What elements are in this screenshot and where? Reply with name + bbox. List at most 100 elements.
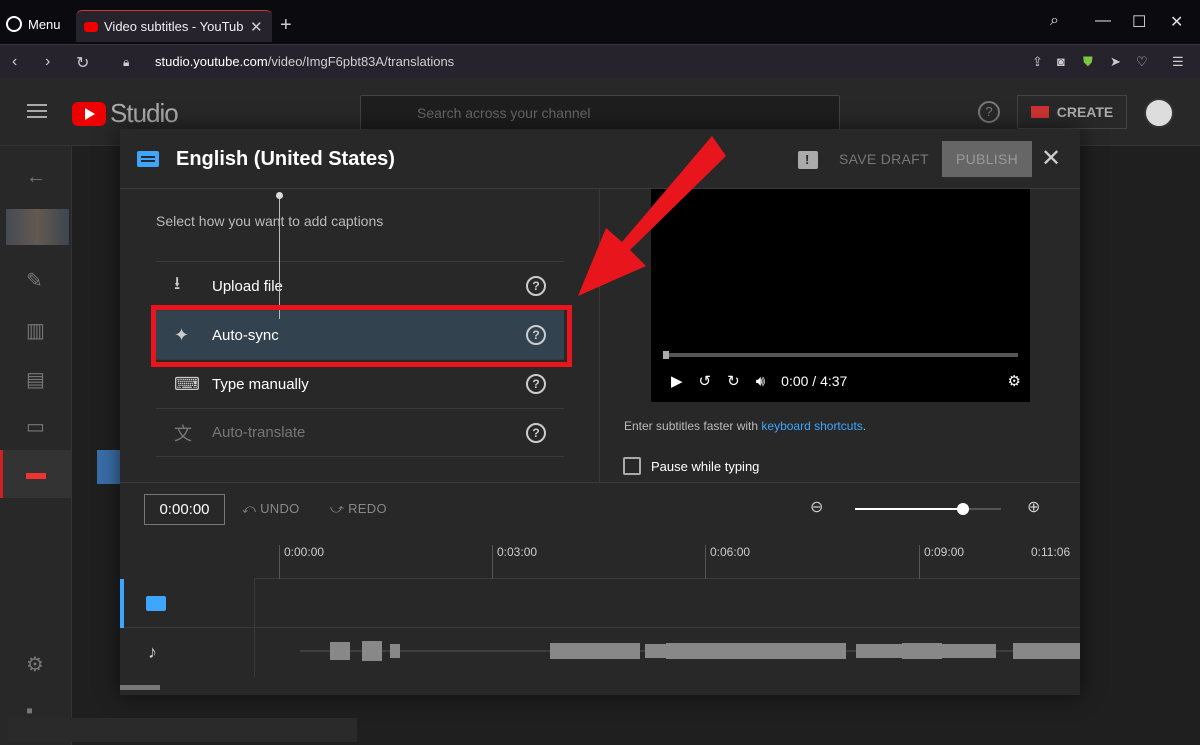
rewind-10-icon[interactable]: ↺ xyxy=(699,372,712,390)
tab-title: Video subtitles - YouTube Studio xyxy=(104,19,244,34)
keyboard-shortcuts-link[interactable]: keyboard shortcuts xyxy=(761,419,862,433)
window-close-icon[interactable]: ✕ xyxy=(1170,12,1183,32)
back-arrow-icon[interactable]: ← xyxy=(26,166,46,189)
play-icon[interactable]: ▶ xyxy=(671,372,683,390)
lock-icon: 🔒︎ xyxy=(123,55,130,69)
method-prompt: Select how you want to add captions xyxy=(156,213,384,229)
shortcuts-end: . xyxy=(862,419,867,433)
option-label: Upload file xyxy=(212,277,283,295)
new-tab-icon[interactable]: + xyxy=(280,14,292,37)
help-icon[interactable]: ? xyxy=(526,374,546,394)
music-note-icon: ♪ xyxy=(148,642,157,662)
browser-tab[interactable]: Video subtitles - YouTube Studio ✕ xyxy=(76,10,272,42)
tick-label: 0:09:00 xyxy=(919,545,964,579)
create-button[interactable]: CREATE xyxy=(1017,95,1127,129)
redo-button[interactable]: ⤻ REDO xyxy=(330,501,387,517)
camera-icon[interactable]: ◙ xyxy=(1057,54,1065,69)
option-label: Type manually xyxy=(212,375,309,393)
undo-icon: ⤺ xyxy=(242,501,261,516)
help-icon[interactable]: ? xyxy=(978,101,1000,123)
pause-while-typing-checkbox[interactable] xyxy=(623,457,641,475)
url-path: /video/ImgF6pbt83A/translations xyxy=(267,54,455,69)
forward-10-icon[interactable]: ↻ xyxy=(727,372,740,390)
playhead[interactable] xyxy=(276,192,283,319)
upload-icon: ⭳ xyxy=(174,273,181,293)
comments-icon[interactable]: ▭ xyxy=(26,414,45,439)
tick-label: 0:00:00 xyxy=(279,545,324,579)
pause-while-typing-label: Pause while typing xyxy=(651,459,760,474)
settings-sliders-icon[interactable]: ☰ xyxy=(1172,54,1184,70)
tick-label: 0:03:00 xyxy=(492,545,537,579)
video-thumbnail[interactable] xyxy=(6,209,69,245)
shield-icon[interactable]: ⛊ xyxy=(1083,54,1093,70)
studio-logo-text: Studio xyxy=(110,98,179,128)
zoom-slider-fill xyxy=(855,508,964,510)
audio-waveform xyxy=(300,641,1080,661)
send-icon[interactable]: ➤ xyxy=(1110,54,1121,70)
undo-button[interactable]: ⤺ UNDO xyxy=(242,501,300,517)
reload-icon[interactable]: ↻ xyxy=(76,53,89,73)
status-bar xyxy=(8,718,357,742)
zoom-slider[interactable] xyxy=(855,503,1001,515)
avatar[interactable] xyxy=(1144,98,1174,128)
share-icon[interactable]: ⇪ xyxy=(1032,54,1043,70)
keyboard-icon: ⌨ xyxy=(174,373,200,394)
youtube-logo-icon xyxy=(72,101,106,126)
caption-track[interactable] xyxy=(120,579,1080,628)
browser-tab-bar: Menu Video subtitles - YouTube Studio ✕ … xyxy=(0,0,1200,44)
youtube-favicon-icon xyxy=(84,21,98,32)
maximize-icon[interactable]: ☐ xyxy=(1132,12,1146,32)
option-auto-translate: 文 Auto-translate ? xyxy=(156,408,564,457)
back-icon[interactable]: ‹ xyxy=(12,53,17,71)
timeline-panel: 0:00:00 ⤺ UNDO ⤻ REDO ⊖ ⊕ 0:00:00 0:03:0… xyxy=(120,482,1080,695)
close-icon[interactable]: ✕ xyxy=(1041,144,1061,173)
captions-track-icon xyxy=(146,596,166,611)
option-upload-file[interactable]: ⭳ Upload file ? xyxy=(156,261,564,310)
redo-icon: ⤻ xyxy=(330,501,349,516)
menu-label: Menu xyxy=(28,16,61,32)
help-icon[interactable]: ? xyxy=(526,422,546,443)
create-label: CREATE xyxy=(1056,104,1114,120)
gear-icon[interactable]: ⚙ xyxy=(1008,372,1021,390)
tick-label: 0:11:06 xyxy=(1031,545,1071,559)
address-bar: ‹ › ↻ 🔒︎ studio.youtube.com/video/ImgF6p… xyxy=(0,44,1200,78)
browser-menu-button[interactable]: Menu xyxy=(6,12,61,36)
search-input[interactable]: Search across your channel xyxy=(360,95,840,131)
dialog-title: English (United States) xyxy=(176,148,395,170)
editor-icon[interactable]: ▤ xyxy=(26,367,45,392)
time-ruler: 0:00:00 0:03:00 0:06:00 0:09:00 0:11:06 xyxy=(254,537,1080,579)
zoom-in-icon[interactable]: ⊕ xyxy=(1027,497,1040,517)
browser-search-icon[interactable]: ⌕ xyxy=(1050,12,1059,30)
hamburger-menu-icon[interactable] xyxy=(27,104,47,118)
shortcuts-hint: Enter subtitles faster with keyboard sho… xyxy=(624,419,866,433)
url-field[interactable]: studio.youtube.com/video/ImgF6pbt83A/tra… xyxy=(155,54,454,69)
report-icon[interactable] xyxy=(798,151,818,169)
tab-close-icon[interactable]: ✕ xyxy=(250,18,263,36)
video-progress-bar[interactable] xyxy=(663,351,1018,359)
zoom-slider-handle[interactable] xyxy=(957,503,970,515)
url-domain: studio.youtube.com xyxy=(155,54,268,69)
heart-icon[interactable]: ♡ xyxy=(1136,54,1148,70)
translate-icon: 文 xyxy=(174,423,192,444)
undo-label: UNDO xyxy=(260,501,300,516)
annotation-arrow xyxy=(578,136,726,296)
timecode-field[interactable]: 0:00:00 xyxy=(144,494,225,525)
settings-icon[interactable]: ⚙ xyxy=(26,652,44,677)
help-icon[interactable]: ? xyxy=(526,276,546,296)
zoom-out-icon[interactable]: ⊖ xyxy=(810,497,823,517)
volume-icon[interactable]: 🔊︎ xyxy=(756,373,765,390)
auto-sync-highlight-box xyxy=(151,305,572,367)
studio-logo[interactable]: Studio xyxy=(72,98,179,129)
captions-icon xyxy=(137,151,159,167)
track-divider xyxy=(254,579,255,677)
publish-button[interactable]: PUBLISH xyxy=(942,141,1032,177)
redo-label: REDO xyxy=(348,501,387,516)
video-time: 0:00 / 4:37 xyxy=(781,373,848,389)
option-label: Auto-translate xyxy=(212,424,306,441)
forward-icon[interactable]: › xyxy=(45,53,50,71)
save-draft-button[interactable]: SAVE DRAFT xyxy=(839,151,929,167)
edit-icon[interactable]: ✎ xyxy=(26,268,43,293)
horizontal-scrollbar[interactable] xyxy=(120,685,160,690)
analytics-icon[interactable]: ▥ xyxy=(26,318,45,343)
minimize-icon[interactable]: — xyxy=(1095,12,1111,30)
